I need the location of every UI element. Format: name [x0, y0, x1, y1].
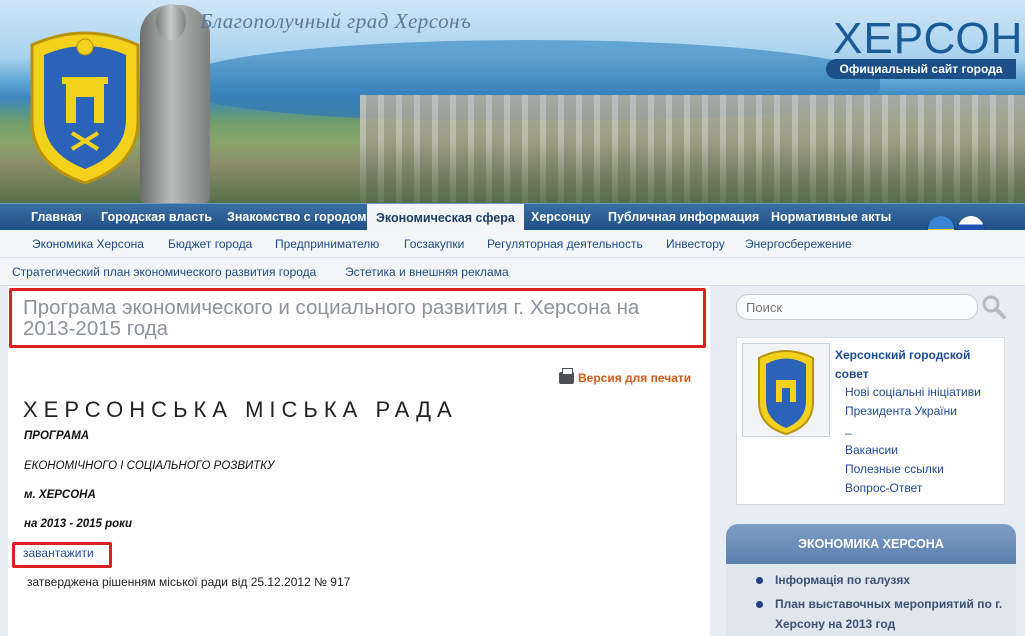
council-heading: ХЕРСОНСЬКА МІСЬКА РАДА	[23, 397, 458, 422]
subnav-procurement[interactable]: Госзакупки	[404, 237, 464, 251]
subnav-regulatory[interactable]: Регуляторная деятельность	[487, 237, 643, 251]
subnav-energy-saving[interactable]: Энергосбережение	[745, 237, 852, 251]
card-link[interactable]: Нові соціальні ініціативи	[845, 385, 981, 399]
nav-item-about-city[interactable]: Знакомство с городом	[218, 204, 376, 231]
doc-line: ЕКОНОМІЧНОГО І СОЦІАЛЬНОГО РОЗВИТКУ	[24, 460, 275, 472]
card-link-vacancies[interactable]: Вакансии	[845, 443, 898, 457]
card-link[interactable]: Президента України	[845, 404, 957, 418]
search-icon[interactable]	[982, 295, 1006, 319]
doc-line: на 2013 - 2015 роки	[24, 518, 133, 530]
doc-line: м. ХЕРСОНА	[24, 489, 96, 501]
subnav-entrepreneur[interactable]: Предпринимателю	[275, 237, 379, 251]
sub-nav-row: Экономика Херсона Бюджет города Предприн…	[0, 230, 1025, 258]
city-crest-icon[interactable]	[22, 25, 148, 187]
search-input[interactable]	[736, 294, 978, 320]
print-version-link[interactable]: Версия для печати	[559, 368, 692, 385]
subnav-investor[interactable]: Инвестору	[666, 237, 725, 251]
economy-panel-title: ЭКОНОМИКА ХЕРСОНА	[726, 524, 1016, 564]
bullet-icon	[756, 577, 763, 584]
site-tagline: Благополучный град Херсонъ	[200, 9, 472, 33]
subnav-budget[interactable]: Бюджет города	[168, 237, 252, 251]
nav-item-home[interactable]: Главная	[22, 204, 91, 231]
bullet-icon	[756, 601, 763, 608]
site-logo-subtitle: Официальный сайт города	[826, 59, 1016, 79]
banner-statue-head	[156, 4, 186, 40]
download-link[interactable]: завантажити	[23, 546, 94, 560]
nav-item-public-info[interactable]: Публичная информация	[599, 204, 768, 231]
nav-item-normative-acts[interactable]: Нормативные акты	[762, 204, 900, 231]
sub-nav: Экономика Херсона Бюджет города Предприн…	[0, 230, 1025, 286]
nav-item-city-government[interactable]: Городская власть	[92, 204, 221, 231]
subnav-aesthetics[interactable]: Эстетика и внешняя реклама	[345, 265, 509, 279]
page-title: Програма экономического и социального ра…	[23, 296, 640, 340]
page-title-highlight: Програма экономического и социального ра…	[9, 288, 706, 348]
card-link-useful-links[interactable]: Полезные ссылки	[845, 462, 944, 476]
card-link[interactable]: –	[845, 426, 852, 440]
nav-item-economic-sphere[interactable]: Экономическая сфера	[367, 204, 524, 231]
subnav-economy[interactable]: Экономика Херсона	[32, 237, 144, 251]
panel-item-exhibitions[interactable]: План выставочных мероприятий по г. Херсо…	[775, 594, 1015, 634]
nav-item-for-citizens[interactable]: Херсонцу	[522, 204, 600, 231]
sub-nav-row: Стратегический план экономического разви…	[0, 258, 1025, 286]
panel-item-industries[interactable]: Інформація по галузях	[775, 570, 1025, 590]
site-logo-title[interactable]: ХЕРСОН	[833, 14, 1023, 64]
city-council-thumbnail[interactable]	[742, 343, 830, 437]
print-version-label: Версия для печати	[578, 371, 692, 385]
city-council-heading[interactable]: Херсонский городской совет	[835, 346, 995, 384]
printer-icon	[559, 368, 574, 384]
card-link-faq[interactable]: Вопрос-Ответ	[845, 481, 922, 495]
city-crest-small-icon	[758, 350, 814, 436]
doc-line: ПРОГРАМА	[24, 430, 90, 442]
approval-note: затверджена рішенням міської ради від 25…	[27, 575, 351, 589]
subnav-strategic-plan[interactable]: Стратегический план экономического разви…	[12, 265, 316, 279]
main-nav: Главная Городская власть Знакомство с го…	[0, 203, 1025, 231]
